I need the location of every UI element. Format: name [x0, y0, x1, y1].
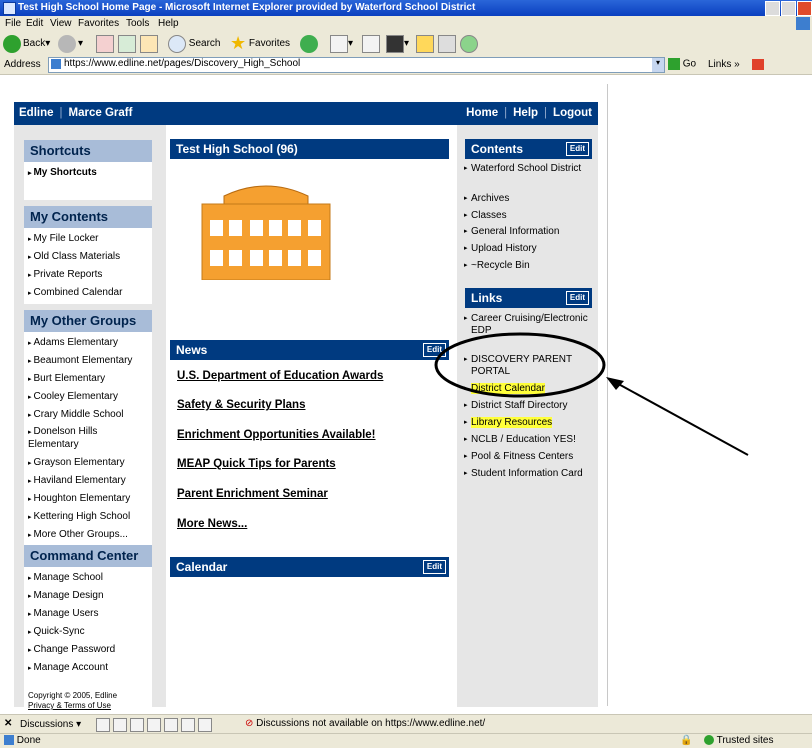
status-text: Done — [4, 735, 41, 746]
no-entry-icon: ⊘ — [245, 718, 254, 729]
discussion-tool-icon[interactable] — [164, 718, 178, 732]
discussion-tool-icon[interactable] — [147, 718, 161, 732]
discussions-tools — [96, 718, 212, 732]
trusted-sites-icon — [704, 735, 714, 746]
close-discussions-icon[interactable]: ✕ — [4, 718, 12, 729]
security-zone: Trusted sites — [704, 735, 773, 746]
annotation-overlay — [434, 332, 749, 456]
status-bar: Done 🔒 Trusted sites — [0, 733, 812, 748]
discussions-bar: ✕ Discussions ▾ ⊘ Discussions not availa… — [0, 714, 812, 734]
discussion-tool-icon[interactable] — [198, 718, 212, 732]
discussion-tool-icon[interactable] — [96, 718, 110, 732]
discussion-tool-icon[interactable] — [181, 718, 195, 732]
page-done-icon — [4, 735, 14, 746]
annotation-arrow-head — [606, 377, 624, 390]
annotation-arrow-line — [612, 380, 749, 456]
discussions-message: ⊘ Discussions not available on https://w… — [245, 718, 486, 729]
lock-icon: 🔒 — [680, 735, 693, 746]
annotation-circle — [434, 332, 606, 398]
discussions-button[interactable]: Discussions ▾ — [20, 719, 81, 730]
discussion-tool-icon[interactable] — [113, 718, 127, 732]
discussion-tool-icon[interactable] — [130, 718, 144, 732]
